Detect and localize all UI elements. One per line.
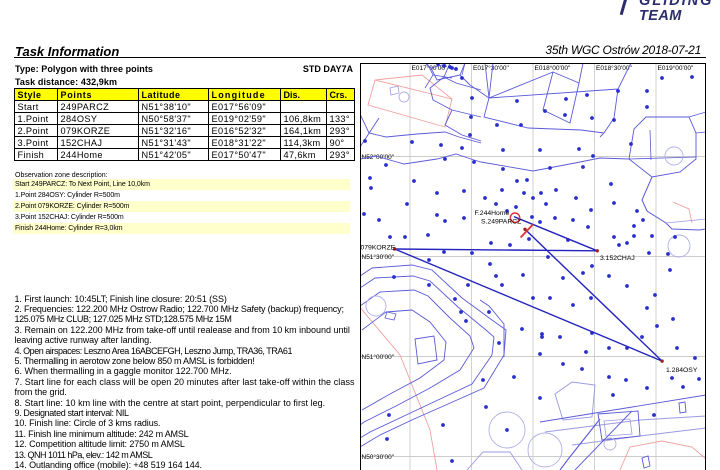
- svg-text:E019°00'00": E019°00'00": [658, 64, 694, 72]
- svg-text:N50°30'00": N50°30'00": [362, 453, 395, 461]
- svg-text:079KORZE: 079KORZE: [361, 245, 396, 252]
- svg-text:1.284OSY: 1.284OSY: [666, 367, 698, 374]
- svg-text:N51°30'00": N51°30'00": [362, 253, 395, 261]
- svg-text:F.244Home: F.244Home: [475, 210, 510, 217]
- svg-text:S.249PARCZ: S.249PARCZ: [481, 219, 521, 226]
- svg-text:E018°00'00": E018°00'00": [535, 64, 571, 72]
- svg-text:N51°00'00": N51°00'00": [362, 353, 395, 361]
- svg-text:E017°30'00": E017°30'00": [473, 64, 509, 72]
- svg-text:3.152CHAJ: 3.152CHAJ: [600, 255, 635, 262]
